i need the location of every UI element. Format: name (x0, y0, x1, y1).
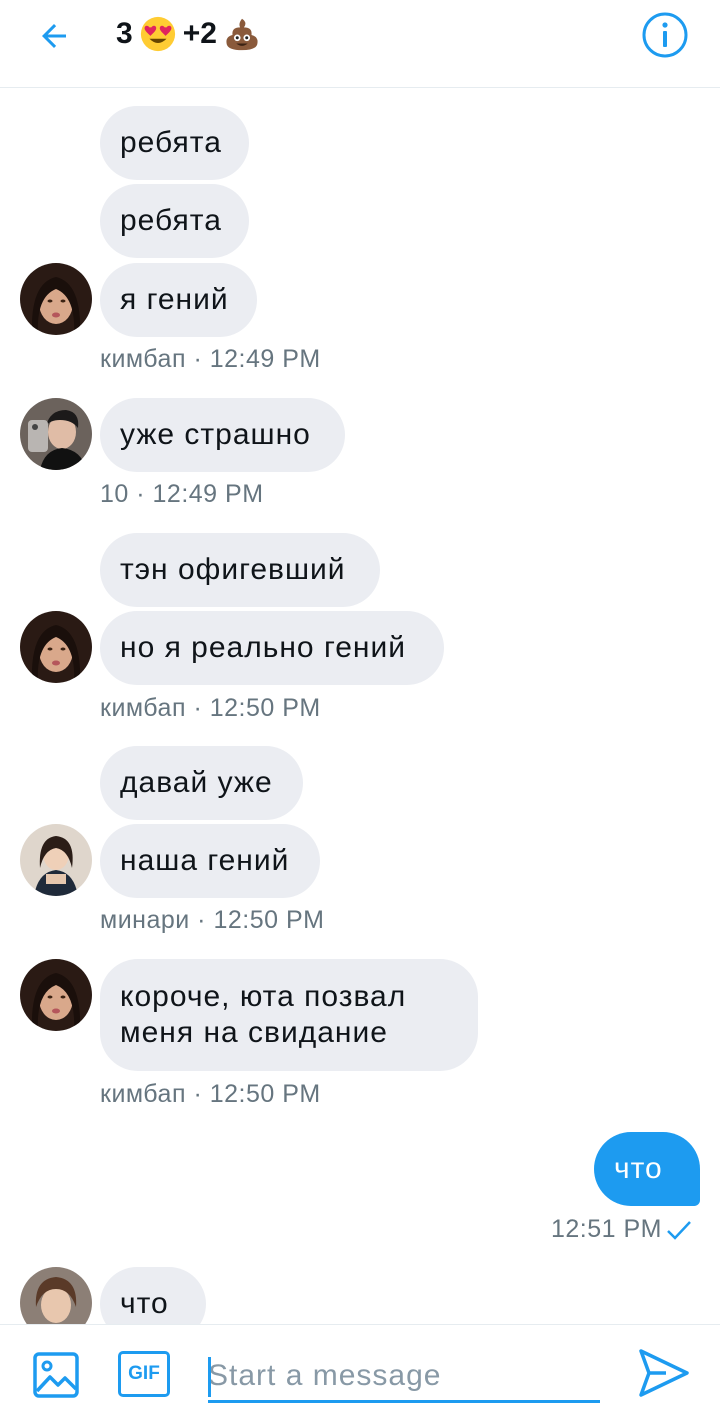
message-meta: кимбап · 12:50 PM (100, 1080, 321, 1108)
sent-check-icon (667, 1220, 691, 1240)
avatar[interactable] (20, 1267, 92, 1324)
avatar[interactable] (20, 959, 92, 1031)
avatar[interactable] (20, 398, 92, 470)
avatar-kimbap-image (20, 263, 92, 335)
message-text: наша гений (120, 844, 290, 877)
message-meta: кимбап · 12:49 PM (100, 345, 321, 373)
message-bubble[interactable]: уже страшно (100, 398, 345, 472)
message-list[interactable]: ребята ребята я гений кимбап · 12:49 PM … (0, 89, 720, 1324)
message-text: короче, юта позвал меня на свидание (120, 980, 407, 1049)
message-bubble[interactable]: я гений (100, 263, 257, 337)
avatar[interactable] (20, 824, 92, 896)
message-meta: кимбап · 12:50 PM (100, 694, 321, 722)
message-bubble[interactable]: короче, юта позвал меня на свидание (100, 959, 478, 1071)
send-icon[interactable] (636, 1345, 692, 1401)
message-text: ребята (120, 126, 222, 159)
message-bubble[interactable]: тэн офигевший (100, 533, 380, 607)
arrow-left-icon (42, 24, 66, 48)
message-bubble[interactable]: ребята (100, 106, 249, 180)
message-input[interactable] (208, 1351, 600, 1403)
message-bubble[interactable]: ребята (100, 184, 249, 258)
message-bubble[interactable]: давай уже (100, 746, 303, 820)
avatar-ten-image (20, 398, 92, 470)
message-meta: 10 · 12:49 PM (100, 480, 264, 508)
gif-button[interactable]: GIF (118, 1351, 170, 1397)
message-bubble[interactable]: наша гений (100, 824, 320, 898)
message-time: 12:51 PM (551, 1215, 663, 1243)
pile-of-poo-emoji-icon (226, 18, 258, 51)
message-text: уже страшно (120, 418, 311, 451)
message-composer: GIF (0, 1324, 720, 1424)
avatar-kimbap-image (20, 611, 92, 683)
avatar-unknown-image (20, 1267, 92, 1324)
message-text: ребята (120, 204, 222, 237)
heart-eyes-emoji-icon (140, 16, 175, 52)
message-text: что (614, 1152, 663, 1185)
avatar-kimbap-image (20, 959, 92, 1031)
message-text: что (120, 1287, 169, 1320)
message-bubble[interactable]: но я реально гений (100, 611, 444, 685)
title-extra-count: +2 (182, 17, 217, 50)
avatar[interactable] (20, 611, 92, 683)
message-text: я гений (120, 283, 229, 316)
outgoing-message-bubble[interactable]: что (594, 1132, 700, 1206)
text-caret (208, 1357, 211, 1397)
info-icon[interactable] (640, 10, 690, 60)
conversation-title[interactable]: 3 +2 (116, 14, 261, 54)
message-text: тэн офигевший (120, 553, 346, 586)
message-bubble[interactable]: что (100, 1267, 206, 1324)
conversation-header: 3 +2 (0, 0, 720, 88)
back-button[interactable] (30, 12, 78, 60)
message-text: давай уже (120, 766, 273, 799)
title-member-count: 3 (116, 17, 133, 50)
outgoing-message-meta: 12:51 PM (551, 1215, 692, 1244)
message-text: но я реально гений (120, 631, 406, 664)
avatar-minari-image (20, 824, 92, 896)
gif-label: GIF (128, 1363, 160, 1384)
avatar[interactable] (20, 263, 92, 335)
message-meta: минари · 12:50 PM (100, 906, 325, 934)
image-icon[interactable] (32, 1351, 80, 1399)
